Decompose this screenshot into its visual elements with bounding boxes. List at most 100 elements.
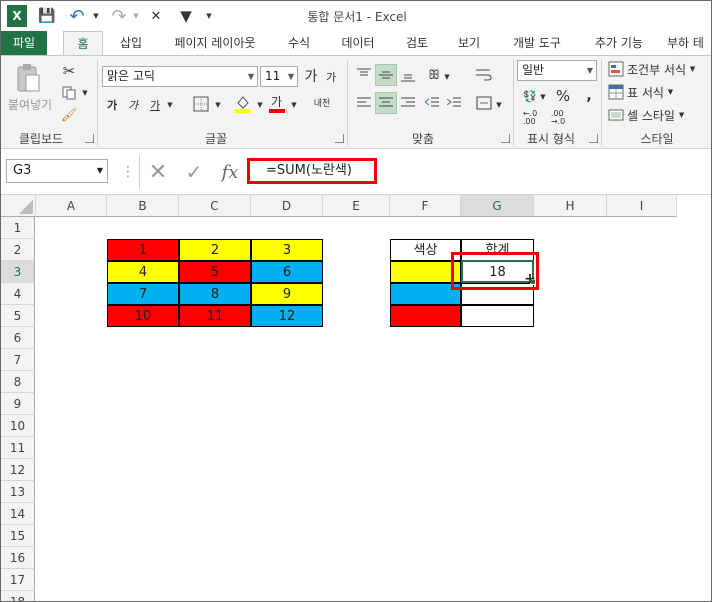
font-launcher-icon[interactable] — [335, 134, 344, 143]
summary-color-cell[interactable] — [390, 305, 461, 327]
decrease-indent-icon[interactable] — [423, 94, 441, 112]
fill-color-icon[interactable] — [233, 92, 253, 114]
row-header-17[interactable]: 17 — [1, 569, 35, 591]
font-color-dropdown-icon[interactable]: ▼ — [289, 96, 299, 114]
splitter-handle[interactable]: ⋮ — [121, 161, 135, 183]
orientation-dropdown-icon[interactable]: ▼ — [443, 68, 451, 86]
table-cell[interactable]: 9 — [251, 283, 323, 305]
row-header-4[interactable]: 4 — [1, 283, 35, 305]
name-box[interactable]: G3 ▼ — [6, 159, 108, 183]
fill-color-dropdown-icon[interactable]: ▼ — [255, 96, 265, 114]
row-header-3[interactable]: 3 — [1, 261, 35, 283]
font-color-icon[interactable]: 가 — [267, 92, 287, 114]
percent-icon[interactable]: % — [553, 86, 573, 106]
increase-decimal-icon[interactable]: ←.0.00 — [519, 108, 541, 128]
column-header-g[interactable]: G — [461, 195, 534, 217]
table-cell[interactable]: 1 — [107, 239, 179, 261]
number-launcher-icon[interactable] — [589, 134, 598, 143]
conditional-format-button[interactable]: 조건부 서식 ▼ — [627, 60, 703, 78]
number-format-combo[interactable]: 일반 ▼ — [517, 60, 597, 81]
clipboard-launcher-icon[interactable] — [85, 134, 94, 143]
align-bottom-icon[interactable] — [399, 66, 417, 84]
row-header-1[interactable]: 1 — [1, 217, 35, 239]
wrap-text-icon[interactable] — [475, 66, 493, 84]
increase-indent-icon[interactable] — [445, 94, 463, 112]
table-cell[interactable]: 11 — [179, 305, 251, 327]
tab-home[interactable]: 홈 — [63, 31, 103, 56]
column-header-i[interactable]: I — [607, 195, 677, 217]
cut-icon[interactable]: ✂ — [59, 62, 79, 80]
borders-dropdown-icon[interactable]: ▼ — [213, 96, 223, 114]
tab-data[interactable]: 데이터 — [335, 31, 381, 55]
column-header-b[interactable]: B — [107, 195, 179, 217]
cell-styles-button[interactable]: 셀 스타일 ▼ — [627, 106, 693, 124]
row-header-16[interactable]: 16 — [1, 547, 35, 569]
underline-dropdown-icon[interactable]: ▼ — [165, 96, 175, 114]
phonetic-button[interactable]: 내천 — [309, 92, 335, 116]
bold-button[interactable]: 가 — [104, 96, 120, 114]
tab-page-layout[interactable]: 페이지 레이아웃 — [165, 31, 265, 55]
row-header-12[interactable]: 12 — [1, 459, 35, 481]
row-header-13[interactable]: 13 — [1, 481, 35, 503]
row-header-14[interactable]: 14 — [1, 503, 35, 525]
tab-load-test[interactable]: 부하 테 — [667, 31, 711, 55]
table-cell[interactable]: 6 — [251, 261, 323, 283]
orientation-icon[interactable]: ꕥ — [423, 64, 445, 86]
cell-styles-icon[interactable] — [607, 106, 625, 124]
row-header-7[interactable]: 7 — [1, 349, 35, 371]
paste-button[interactable] — [13, 62, 43, 94]
row-header-18[interactable]: 18 — [1, 591, 35, 601]
table-cell[interactable]: 5 — [179, 261, 251, 283]
tab-formulas[interactable]: 수식 — [281, 31, 317, 55]
merge-center-icon[interactable] — [475, 94, 493, 112]
confirm-entry-icon[interactable]: ✓ — [183, 160, 205, 184]
format-painter-icon[interactable]: 🖌 — [59, 106, 79, 124]
font-name-combo[interactable]: 맑은 고딕 ▼ — [102, 66, 258, 87]
table-cell[interactable]: 7 — [107, 283, 179, 305]
copy-icon[interactable] — [59, 84, 79, 102]
underline-button[interactable]: 가 — [147, 96, 163, 114]
alignment-launcher-icon[interactable] — [501, 134, 510, 143]
comma-style-icon[interactable]: , — [579, 86, 599, 106]
column-header-e[interactable]: E — [323, 195, 390, 217]
font-size-combo[interactable]: 11 ▼ — [260, 66, 298, 87]
align-left-icon[interactable] — [355, 94, 373, 112]
row-header-2[interactable]: 2 — [1, 239, 35, 261]
grow-font-button[interactable]: 가 — [303, 66, 319, 86]
formula-input[interactable]: =SUM(노란색) — [247, 158, 377, 184]
conditional-format-icon[interactable] — [607, 60, 625, 78]
tab-developer[interactable]: 개발 도구 — [505, 31, 569, 55]
row-header-5[interactable]: 5 — [1, 305, 35, 327]
column-header-d[interactable]: D — [251, 195, 323, 217]
italic-button[interactable]: 가 — [125, 96, 141, 114]
select-all-corner[interactable] — [1, 195, 36, 217]
tab-insert[interactable]: 삽입 — [113, 31, 149, 55]
row-header-6[interactable]: 6 — [1, 327, 35, 349]
format-as-table-button[interactable]: 표 서식 ▼ — [627, 83, 687, 101]
table-cell[interactable]: 8 — [179, 283, 251, 305]
row-header-15[interactable]: 15 — [1, 525, 35, 547]
column-header-c[interactable]: C — [179, 195, 251, 217]
tab-view[interactable]: 보기 — [451, 31, 487, 55]
cancel-entry-icon[interactable]: ✕ — [147, 160, 169, 185]
row-header-9[interactable]: 9 — [1, 393, 35, 415]
summary-total-cell[interactable] — [461, 305, 534, 327]
column-header-h[interactable]: H — [534, 195, 607, 217]
decrease-decimal-icon[interactable]: .00 →.0 — [547, 108, 569, 128]
format-as-table-icon[interactable] — [607, 83, 625, 101]
shrink-font-button[interactable]: 가 — [323, 68, 339, 86]
align-top-icon[interactable] — [355, 66, 373, 84]
accounting-dropdown-icon[interactable]: ▼ — [539, 88, 547, 106]
table-cell[interactable]: 3 — [251, 239, 323, 261]
table-cell[interactable]: 2 — [179, 239, 251, 261]
borders-icon[interactable] — [191, 94, 211, 114]
table-cell[interactable]: 4 — [107, 261, 179, 283]
merge-dropdown-icon[interactable]: ▼ — [495, 96, 503, 114]
column-header-a[interactable]: A — [36, 195, 107, 217]
copy-dropdown-icon[interactable]: ▼ — [81, 84, 89, 102]
table-cell[interactable]: 12 — [251, 305, 323, 327]
accounting-format-icon[interactable]: 💱 — [519, 86, 541, 106]
table-cell[interactable]: 10 — [107, 305, 179, 327]
tab-review[interactable]: 검토 — [399, 31, 435, 55]
row-header-10[interactable]: 10 — [1, 415, 35, 437]
